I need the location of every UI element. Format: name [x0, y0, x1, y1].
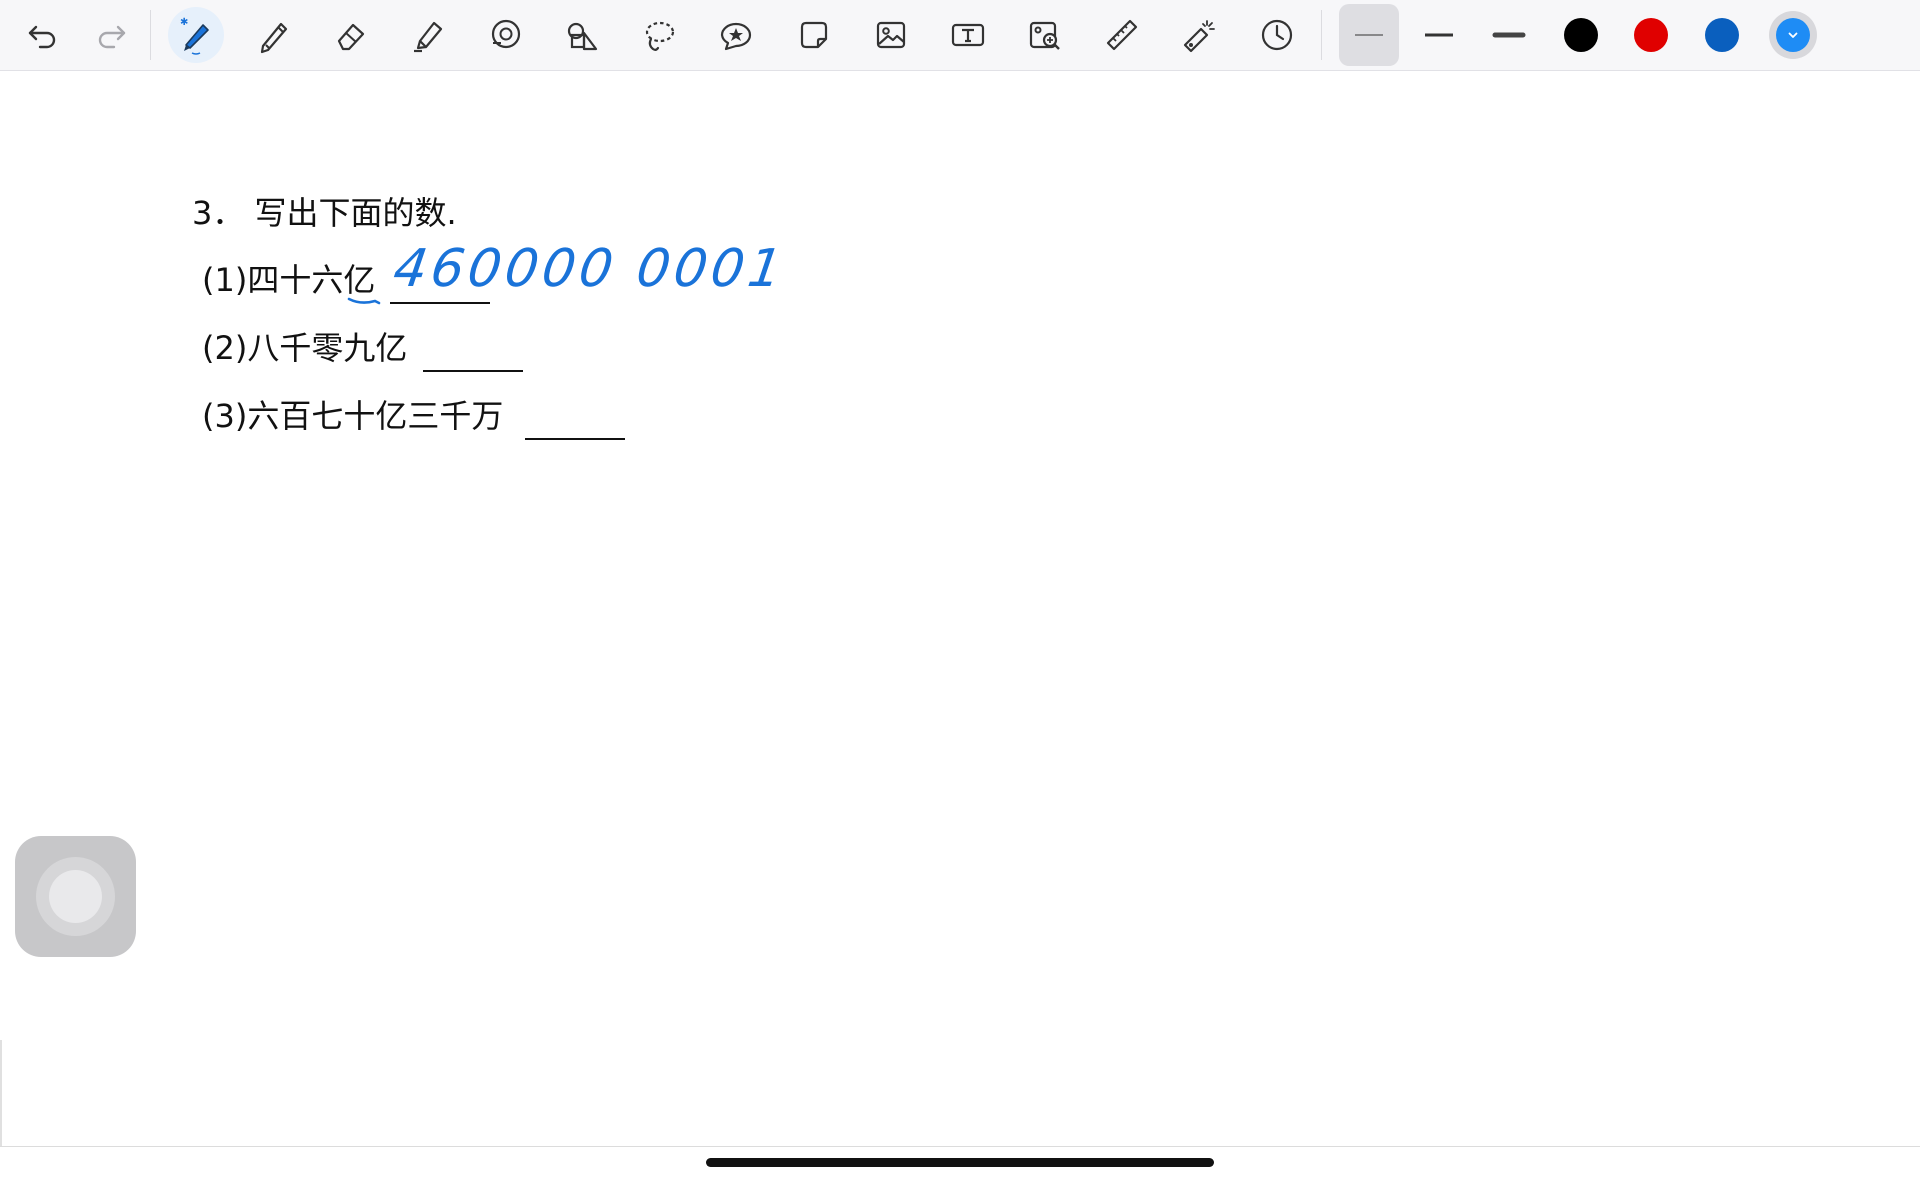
assistive-touch-core: [49, 870, 102, 923]
undo-button[interactable]: [12, 4, 72, 66]
pen-icon: ✱: [180, 17, 209, 55]
pen-tool-button[interactable]: ✱: [168, 7, 224, 63]
pencil-tool-button[interactable]: [244, 4, 304, 66]
note-canvas[interactable]: 3． 写出下面的数. (1)四十六亿 460000 0001 (2)八千零九亿 …: [0, 71, 1920, 1146]
star-sticker-icon: [720, 22, 752, 51]
sticky-note-tool-button[interactable]: [784, 4, 844, 66]
eraser-icon: [337, 23, 365, 51]
page-edge: [0, 1040, 2, 1146]
current-color-swatch: [1776, 18, 1810, 52]
home-indicator[interactable]: [706, 1158, 1214, 1167]
toolbar-divider: [1321, 10, 1322, 60]
redo-icon: [98, 25, 126, 49]
image-search-icon: [1029, 21, 1060, 50]
shape-icon: [491, 19, 521, 49]
clock-icon: [1261, 19, 1293, 51]
handwritten-underline-mark: [347, 297, 381, 305]
thick-line-icon: [1492, 32, 1526, 38]
pencil-icon: [260, 22, 288, 54]
highlighter-tool-button[interactable]: [398, 4, 458, 66]
chevron-down-icon: [1788, 32, 1798, 38]
medium-line-icon: [1425, 33, 1453, 37]
handwritten-answer-1: 460000 0001: [389, 239, 790, 299]
toolbar-divider: [150, 10, 151, 60]
eraser-tool-button[interactable]: [321, 4, 381, 66]
laser-pointer-icon: [1183, 20, 1215, 53]
color-picker-button[interactable]: [1769, 11, 1817, 59]
assistive-touch-button[interactable]: [15, 836, 136, 957]
sticky-note-icon: [800, 21, 828, 49]
image-icon: [876, 21, 906, 49]
lasso-tool-button[interactable]: [629, 4, 689, 66]
image-search-tool-button[interactable]: [1015, 4, 1075, 66]
svg-text:✱: ✱: [180, 17, 188, 28]
text-box-icon: [951, 23, 985, 47]
ruler-icon: [1106, 19, 1138, 51]
sticker-tool-button[interactable]: [706, 4, 766, 66]
thin-line-icon: [1355, 34, 1383, 36]
color-blue-swatch[interactable]: [1705, 18, 1739, 52]
worksheet-title: 3． 写出下面的数.: [192, 194, 457, 232]
stroke-thin-button[interactable]: [1339, 4, 1399, 66]
laser-pointer-tool-button[interactable]: [1169, 4, 1229, 66]
shapes-tool-button[interactable]: [552, 4, 612, 66]
color-black-swatch[interactable]: [1564, 18, 1598, 52]
text-box-tool-button[interactable]: [938, 4, 998, 66]
question-3-label: (3)六百七十亿三千万: [202, 397, 504, 435]
toolbar: ✱: [0, 0, 1920, 71]
question-2-label: (2)八千零九亿: [202, 329, 408, 367]
ruler-tool-button[interactable]: [1092, 4, 1152, 66]
answer-blank-3: [525, 438, 625, 440]
history-button[interactable]: [1247, 4, 1307, 66]
shapes-icon: [567, 22, 598, 51]
lasso-icon: [645, 21, 675, 51]
answer-blank-1: [390, 302, 490, 304]
color-red-swatch[interactable]: [1634, 18, 1668, 52]
question-1-label: (1)四十六亿: [202, 261, 376, 299]
redo-button[interactable]: [82, 4, 142, 66]
highlighter-icon: [414, 21, 443, 53]
stroke-thick-button[interactable]: [1479, 4, 1539, 66]
answer-blank-2: [423, 370, 523, 372]
stroke-medium-button[interactable]: [1409, 4, 1469, 66]
image-tool-button[interactable]: [861, 4, 921, 66]
undo-icon: [28, 25, 56, 49]
shape-tool-button[interactable]: [475, 4, 535, 66]
